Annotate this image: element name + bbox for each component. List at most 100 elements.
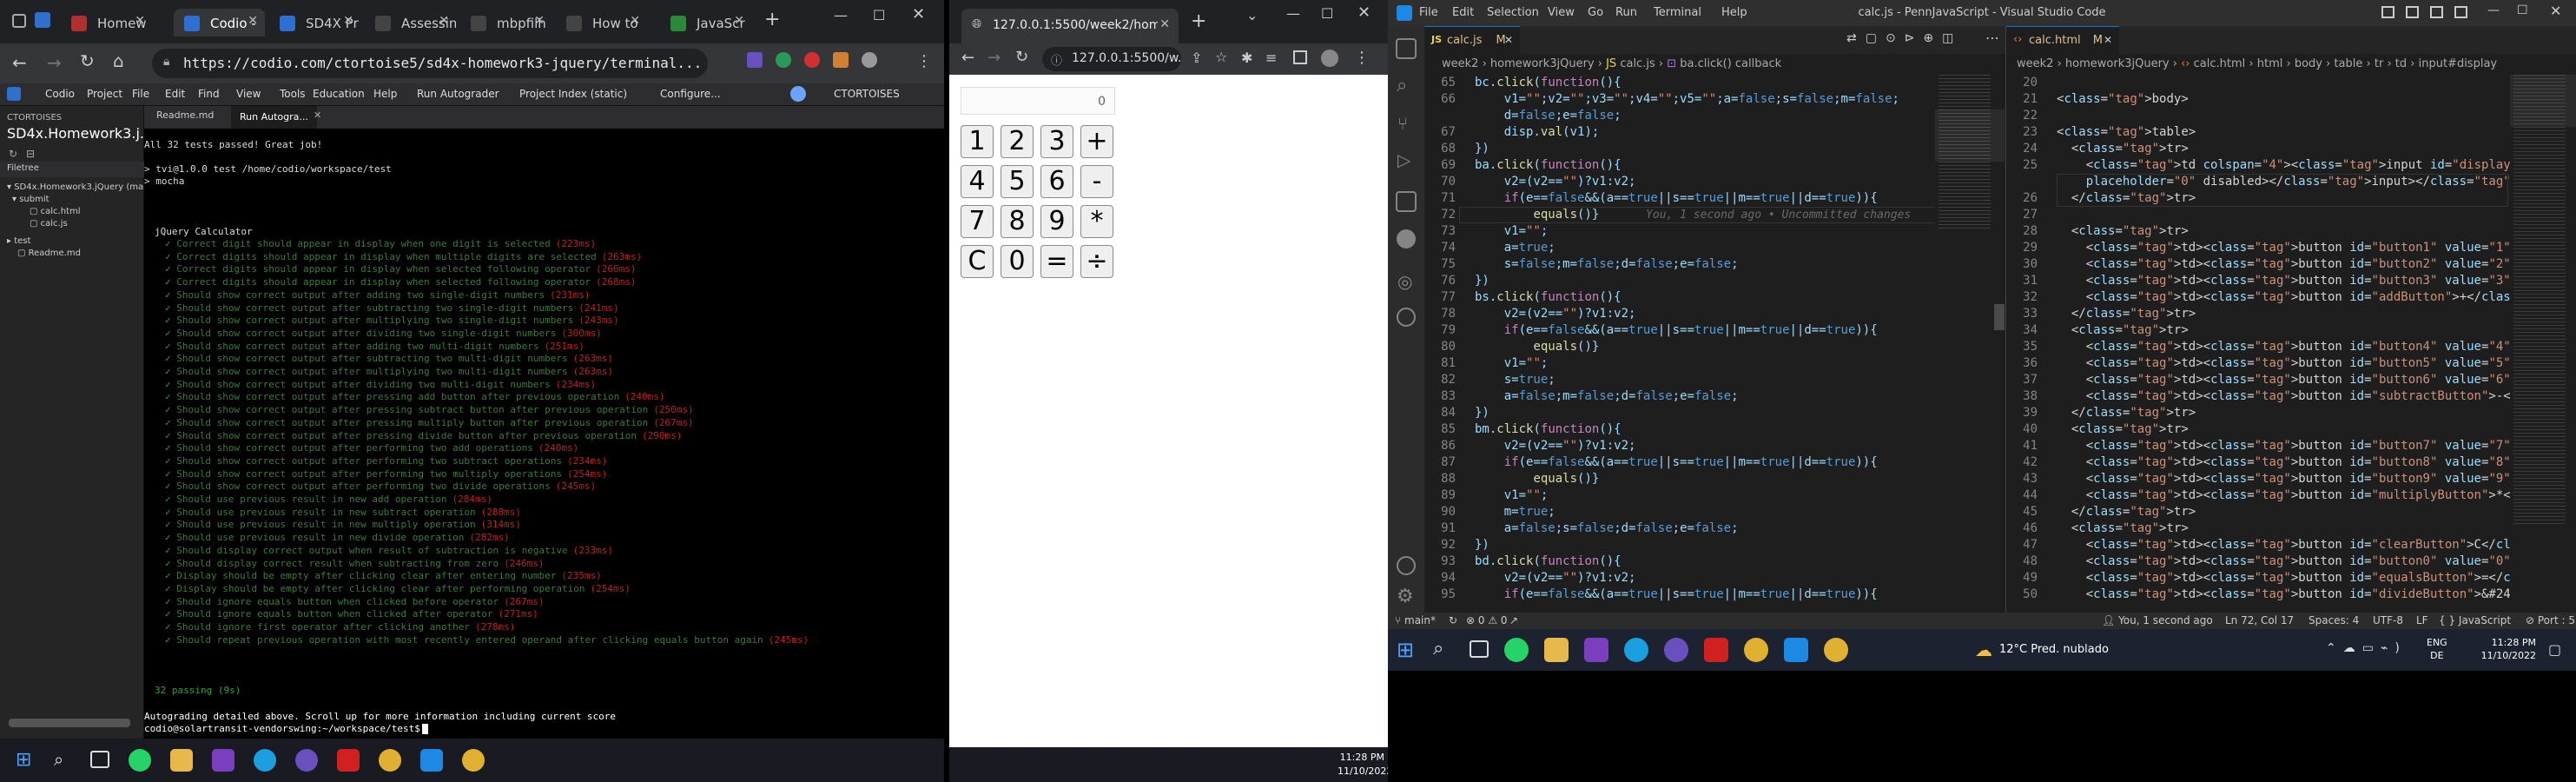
user-avatar[interactable] xyxy=(790,86,806,102)
browser-tab[interactable]: Homew ✕ xyxy=(61,9,152,36)
code-line[interactable]: 27 xyxy=(2006,207,2510,223)
code-line[interactable]: 33 </class="tag">tr> xyxy=(2006,306,2510,322)
vscode-menu-item[interactable]: Terminal xyxy=(1654,6,1701,19)
code-line[interactable]: 71 if(e==false&&(a==true||s==true||m==tr… xyxy=(1424,190,1935,207)
code-line[interactable]: d=false;e=false; xyxy=(1424,108,1935,124)
code-line[interactable]: 22 xyxy=(2006,108,2510,124)
code-line[interactable]: 46 <class="tag">tr> xyxy=(2006,520,2510,537)
weather-text[interactable]: 12°C Pred. nublado xyxy=(1999,643,2109,656)
vscode-menu-item[interactable]: File xyxy=(1419,6,1438,19)
user-name[interactable]: CTORTOISES xyxy=(834,88,900,100)
codio-menu-item[interactable]: Run Autograder xyxy=(417,88,499,100)
layout-panel-icon[interactable] xyxy=(2406,6,2419,18)
vscode-menu-item[interactable]: Help xyxy=(1721,6,1747,19)
code-line[interactable]: 47 <class="tag">td><class="tag">button i… xyxy=(2006,537,2510,553)
maximize-icon[interactable]: ☐ xyxy=(1321,5,1333,22)
extension-icon[interactable] xyxy=(804,52,821,68)
tray-icons[interactable]: ⌃☁▭⌁) xyxy=(2326,641,2407,655)
code-line[interactable]: 92}) xyxy=(1424,537,1935,553)
minimap-slider[interactable] xyxy=(1935,109,2005,162)
codio-url-field[interactable]: https://codio.com/ctortoise5/sd4x-homewo… xyxy=(152,49,708,78)
code-line[interactable]: 21 <class="tag">body> xyxy=(2006,91,2510,108)
crumb[interactable]: calc.js xyxy=(1620,57,1655,70)
codio-menu-item[interactable]: Help xyxy=(373,88,397,100)
codio-menu-item[interactable]: Education xyxy=(313,88,365,100)
codio-menu-item[interactable]: Tools xyxy=(280,88,306,100)
profile-icon[interactable] xyxy=(1321,50,1338,67)
chrome-icon[interactable] xyxy=(1744,638,1768,662)
extensions-icon[interactable] xyxy=(1396,191,1417,212)
minimap-slider[interactable] xyxy=(2510,75,2576,127)
code-line[interactable]: 95 if(e==false&&(a==true||s==true||m==tr… xyxy=(1424,586,1935,603)
codio-menu-item[interactable]: View xyxy=(236,88,261,100)
reload-icon[interactable]: ↻ xyxy=(1015,48,1028,66)
tree-item[interactable]: ▢ Readme.md xyxy=(17,249,81,258)
code-line[interactable]: 78 v2=(v2=="")?v1:v2; xyxy=(1424,306,1935,322)
calc-button[interactable]: 7 xyxy=(961,205,994,238)
code-line[interactable]: 66 v1="";v2="";v3="";v4="";v5="";a=false… xyxy=(1424,91,1935,108)
code-line[interactable]: 91 a=false;s=false;d=false;e=false; xyxy=(1424,520,1935,537)
code-line[interactable]: 41 <class="tag">td><class="tag">button i… xyxy=(2006,438,2510,454)
code-line[interactable]: 38 <class="tag">td><class="tag">button i… xyxy=(2006,388,2510,405)
crumb[interactable]: week2 xyxy=(2017,57,2053,70)
calc-button[interactable]: + xyxy=(1080,125,1113,158)
code-line[interactable]: 36 <class="tag">td><class="tag">button i… xyxy=(2006,355,2510,372)
tab-close-icon[interactable]: ✕ xyxy=(1504,34,1513,46)
taskbar-clock[interactable]: 11:28 PM 11/10/2022 xyxy=(1338,747,1392,782)
crumb[interactable]: calc.html xyxy=(2194,57,2246,70)
code-line[interactable]: 20 xyxy=(2006,75,2510,91)
crumb[interactable]: html xyxy=(2257,57,2283,70)
tab-close-icon[interactable]: ✕ xyxy=(343,14,353,28)
share-icon[interactable]: ⇪ xyxy=(1191,50,1202,66)
github-icon[interactable] xyxy=(1397,229,1416,249)
calc-button[interactable]: 8 xyxy=(1001,205,1034,238)
tab-close-icon[interactable]: ✕ xyxy=(1159,17,1170,31)
browser-tab[interactable]: How to ✕ xyxy=(556,9,647,36)
tree-item[interactable]: ▢ calc.html xyxy=(30,207,81,216)
calc-button[interactable]: C xyxy=(961,245,994,278)
code-line[interactable]: 93 bd.click(function(){ xyxy=(1424,553,1935,570)
accounts-icon[interactable] xyxy=(1397,556,1416,575)
live-server-port[interactable]: ⊘ Port : 5500 xyxy=(2526,614,2576,626)
explorer-icon[interactable] xyxy=(1396,38,1417,59)
codio-menu-item[interactable]: Codio xyxy=(45,88,75,100)
calc-button[interactable]: * xyxy=(1080,205,1113,238)
editor1-breadcrumb[interactable]: week2 › homework3jQuery › JS calc.js › ⊡… xyxy=(1442,54,1781,75)
file-explorer-icon[interactable] xyxy=(1544,638,1569,662)
onenote-icon[interactable] xyxy=(212,749,234,772)
vscode-menu-item[interactable]: Go xyxy=(1588,6,1603,19)
tree-item[interactable]: ▢ calc.js xyxy=(30,219,68,229)
layout-secondary-icon[interactable] xyxy=(2430,6,2443,18)
calc-button[interactable]: 3 xyxy=(1040,125,1073,158)
tab-close-icon[interactable]: ✕ xyxy=(314,109,321,121)
code-line[interactable]: 45 </class="tag">tr> xyxy=(2006,504,2510,520)
windows-start-icon[interactable]: ⊞ xyxy=(1397,638,1414,662)
calc-button[interactable]: 6 xyxy=(1040,165,1073,198)
browser-tab[interactable]: mbpfilh ✕ xyxy=(460,9,552,36)
menu-kebab-icon[interactable]: ⋮ xyxy=(1354,49,1370,67)
code-line[interactable]: 48 <class="tag">td><class="tag">button i… xyxy=(2006,553,2510,570)
customize-layout-icon[interactable] xyxy=(2454,6,2467,18)
filetree-scrollbar[interactable] xyxy=(9,719,130,727)
tab-close-icon[interactable]: ✕ xyxy=(534,14,545,28)
file-explorer-icon[interactable] xyxy=(170,749,193,772)
codio-menu-item[interactable]: Find xyxy=(198,88,220,100)
code-line[interactable]: 25 <class="tag">td colspan="4"><class="t… xyxy=(2006,157,2510,174)
code-line[interactable]: 42 <class="tag">td><class="tag">button i… xyxy=(2006,454,2510,471)
codio-menu-item[interactable]: Configure... xyxy=(660,88,721,100)
reload-icon[interactable]: ↻ xyxy=(80,50,95,71)
code-line[interactable]: 68}) xyxy=(1424,141,1935,157)
source-control-icon[interactable]: ⑂ xyxy=(1397,113,1408,134)
tree-item[interactable]: ▸ test xyxy=(7,236,30,246)
crumb[interactable]: td xyxy=(2395,57,2407,70)
minimize-icon[interactable]: — xyxy=(834,7,848,23)
vscode-menu-item[interactable]: Edit xyxy=(1452,6,1474,19)
extension-icon[interactable] xyxy=(776,52,792,68)
code-line[interactable]: 26 </class="tag">tr> xyxy=(2006,190,2510,207)
taskbar-clock[interactable]: 11:28 PM 11/10/2022 xyxy=(2474,636,2536,662)
calc-button[interactable]: - xyxy=(1080,165,1113,198)
calc-button[interactable]: 4 xyxy=(961,165,994,198)
profile-icon[interactable] xyxy=(862,52,878,68)
back-icon[interactable]: ← xyxy=(961,49,974,67)
code-line[interactable]: 44 <class="tag">td><class="tag">button i… xyxy=(2006,487,2510,504)
